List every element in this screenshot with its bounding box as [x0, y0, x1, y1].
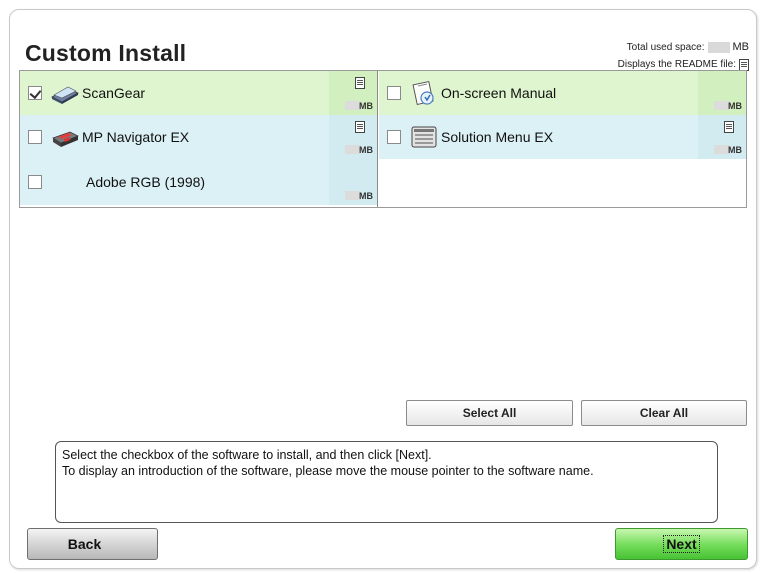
onscreen-manual-checkbox[interactable] [387, 86, 401, 100]
adobe-rgb-size-unit: MB [359, 191, 373, 201]
mp-navigator-label: MP Navigator EX [82, 129, 190, 145]
scangear-readme-icon[interactable] [355, 77, 365, 89]
scanner-icon [50, 80, 80, 106]
solution-menu-label: Solution Menu EX [441, 129, 554, 145]
adobe-rgb-size-cell: MB [329, 159, 377, 205]
printer-icon [50, 124, 80, 150]
software-column-left: ScanGear MB MP Navigator EX MB Adobe RGB… [20, 71, 378, 207]
select-all-button[interactable]: Select All [406, 400, 573, 426]
scangear-size-unit: MB [359, 101, 373, 111]
clear-all-button[interactable]: Clear All [581, 400, 747, 426]
onscreen-manual-label: On-screen Manual [441, 85, 557, 101]
adobe-rgb-label: Adobe RGB (1998) [86, 174, 206, 190]
software-table: ScanGear MB MP Navigator EX MB Adobe RGB… [19, 70, 747, 208]
solution-menu-size-cell: MB [698, 115, 746, 159]
mp-navigator-checkbox[interactable] [28, 130, 42, 144]
solution-menu-icon [409, 124, 439, 150]
adobe-rgb-checkbox[interactable] [28, 175, 42, 189]
solution-menu-checkbox[interactable] [387, 130, 401, 144]
description-line-1: Select the checkbox of the software to i… [62, 448, 432, 462]
total-space-label: Total used space: [626, 42, 705, 53]
software-item-solution-menu[interactable]: Solution Menu EX MB [379, 115, 746, 159]
solution-menu-readme-icon[interactable] [724, 121, 734, 133]
page-title: Custom Install [25, 40, 187, 66]
onscreen-manual-name-cell[interactable]: On-screen Manual [409, 71, 698, 115]
mp-navigator-name-cell[interactable]: MP Navigator EX [50, 115, 329, 159]
onscreen-manual-size-unit: MB [728, 101, 742, 111]
scangear-checkbox[interactable] [28, 86, 42, 100]
solution-menu-size-unit: MB [728, 145, 742, 155]
adobe-rgb-name-cell[interactable]: Adobe RGB (1998) [50, 159, 329, 205]
checkbox-cell [379, 115, 409, 159]
software-item-scangear[interactable]: ScanGear MB [20, 71, 377, 115]
checkbox-cell [20, 115, 50, 159]
software-item-adobe-rgb[interactable]: Adobe RGB (1998) MB [20, 159, 377, 205]
checkbox-cell [379, 71, 409, 115]
mp-navigator-size-cell: MB [329, 115, 377, 159]
solution-menu-name-cell[interactable]: Solution Menu EX [409, 115, 698, 159]
description-box: Select the checkbox of the software to i… [55, 441, 718, 523]
checkbox-cell [20, 159, 50, 205]
scangear-name-cell[interactable]: ScanGear [50, 71, 329, 115]
description-line-2: To display an introduction of the softwa… [62, 464, 594, 478]
onscreen-manual-size-cell: MB [698, 71, 746, 115]
mp-navigator-size-unit: MB [359, 145, 373, 155]
next-button-label: Next [663, 535, 700, 553]
software-column-right: On-screen Manual MB Solution Menu EX MB [379, 71, 746, 207]
total-space-unit: MB [732, 41, 750, 53]
mp-navigator-readme-icon[interactable] [355, 121, 365, 133]
scangear-label: ScanGear [82, 85, 146, 101]
total-space-row: Total used space: MB [618, 39, 749, 56]
total-space-value [707, 42, 730, 53]
readme-doc-icon [739, 58, 749, 71]
checkbox-cell [20, 71, 50, 115]
back-button[interactable]: Back [27, 528, 158, 560]
manual-icon [409, 80, 439, 106]
scangear-size-cell: MB [329, 71, 377, 115]
software-item-mp-navigator[interactable]: MP Navigator EX MB [20, 115, 377, 159]
next-button[interactable]: Next [615, 528, 748, 560]
software-item-onscreen-manual[interactable]: On-screen Manual MB [379, 71, 746, 115]
space-info: Total used space: MB Displays the README… [618, 39, 749, 73]
